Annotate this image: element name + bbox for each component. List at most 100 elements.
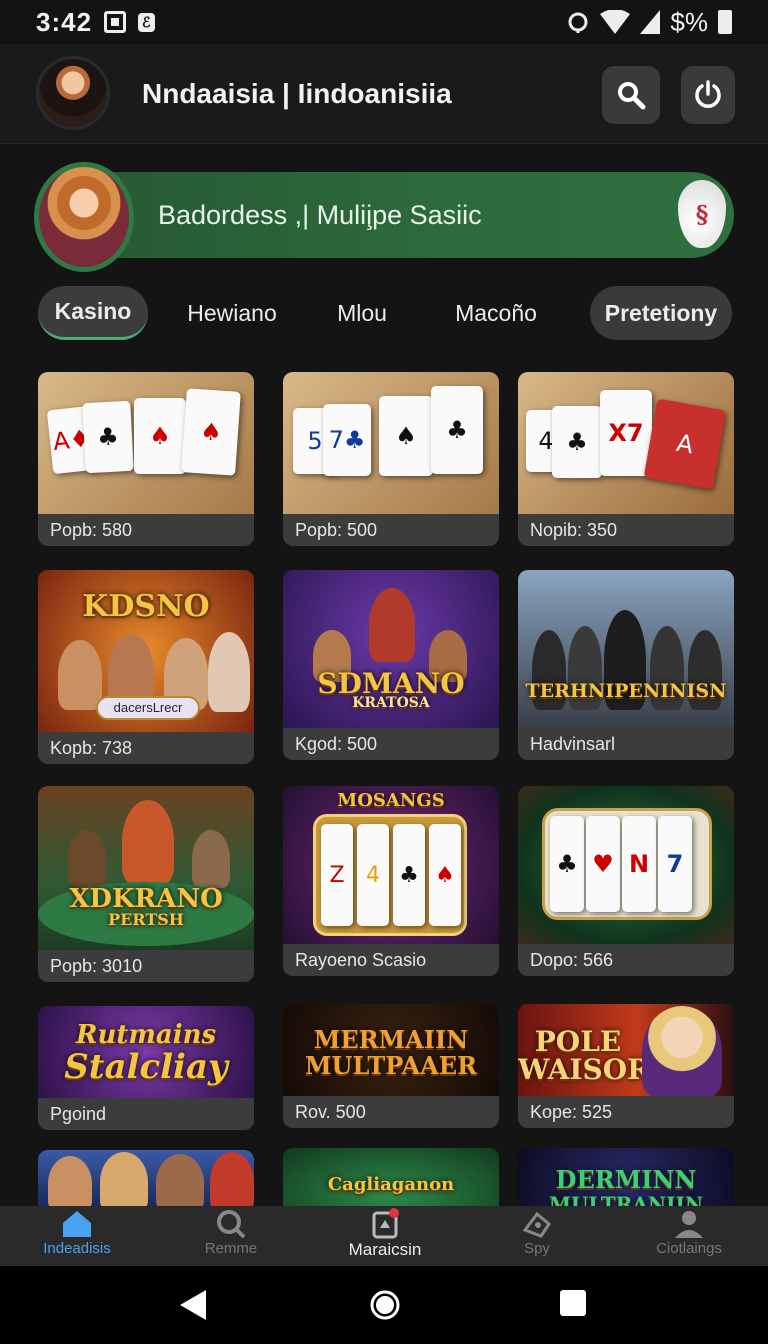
game-title: POLE — [534, 1025, 622, 1058]
game-title: Cagliaganon — [327, 1174, 455, 1195]
home-icon — [63, 1211, 91, 1237]
game-label: Popb: 500 — [283, 514, 499, 546]
nav-search[interactable]: Remme — [166, 1208, 296, 1264]
game-title: MOSANGS — [337, 790, 445, 811]
game-art: XDKRANO PERTSH — [38, 786, 254, 950]
profile-icon — [675, 1211, 703, 1238]
game-card[interactable]: 5 7♣ ♠ ♣ Popb: 500 — [283, 372, 499, 546]
game-label: Rov. 500 — [283, 1096, 499, 1128]
game-card[interactable]: ♣ ♥ N 7 Dopo: 566 — [518, 786, 734, 976]
game-card[interactable]: DERMINN MULTRANIIN — [518, 1148, 734, 1206]
nav-label: Ciotlaings — [656, 1240, 722, 1257]
nav-label: Maraicsin — [348, 1240, 422, 1259]
alarm-icon — [568, 12, 588, 33]
power-icon — [695, 80, 721, 108]
game-card[interactable] — [38, 1150, 254, 1206]
game-title: SDMANO — [317, 667, 465, 700]
game-card[interactable]: POLE WAISOR Kope: 525 — [518, 1004, 734, 1128]
game-card[interactable]: TERHNIPENINISN Hadvinsarl — [518, 570, 734, 760]
status-time: 3:42 — [36, 6, 93, 37]
game-label: Dopo: 566 — [518, 944, 734, 976]
banner-text: Badordess ,| Mulii̧pe Sasiic — [158, 200, 482, 230]
game-title-2: Stalcliay — [64, 1047, 228, 1087]
game-art: SDMANO KRATOSA — [283, 570, 499, 728]
recents-icon[interactable] — [558, 1288, 588, 1318]
home-circle-icon[interactable] — [368, 1288, 402, 1322]
game-title: DERMINN — [555, 1165, 697, 1194]
game-label: Nopib: 350 — [518, 514, 734, 546]
game-card[interactable]: KDSNO dacersLrecr Kopb: 738 — [38, 570, 254, 764]
game-title: TERHNIPENINISN — [525, 680, 727, 702]
tab-hewiano[interactable]: Hewiano — [170, 286, 294, 340]
game-title-2: MULTRANIIN — [548, 1192, 704, 1206]
cards-icon — [372, 1208, 399, 1239]
search-icon — [618, 82, 646, 110]
game-label: Hadvinsarl — [518, 728, 734, 760]
game-art: 4 ♣ X7 A — [518, 372, 734, 514]
game-art: 5 7♣ ♠ ♣ — [283, 372, 499, 514]
nav-spy[interactable]: Spy — [472, 1208, 602, 1264]
game-art: A♦ ♣ ♠ ♠ — [38, 372, 254, 514]
game-label: Kope: 525 — [518, 1096, 734, 1128]
screenshot-icon — [104, 11, 127, 33]
game-label: Rayoeno Scasio — [283, 944, 499, 976]
game-card[interactable]: XDKRANO PERTSH Popb: 3010 — [38, 786, 254, 982]
power-button[interactable] — [681, 66, 735, 124]
game-art: Cagliaganon — [283, 1148, 499, 1206]
search-icon — [217, 1210, 246, 1239]
game-card[interactable]: A♦ ♣ ♠ ♠ Popb: 580 — [38, 372, 254, 546]
game-card[interactable]: Rutmains Stalcliay Pgoind — [38, 1006, 254, 1130]
game-card[interactable]: Cagliaganon — [283, 1148, 499, 1206]
game-title: MERMAIIN — [313, 1025, 469, 1054]
game-label: Kgod: 500 — [283, 728, 499, 760]
nav-games[interactable]: Maraicsin — [320, 1208, 450, 1264]
game-card[interactable]: MOSANGS Z 4 ♣ ♠ Rayoeno Scasio — [283, 786, 499, 976]
signal-icon — [640, 10, 661, 34]
game-title: Rutmains — [75, 1020, 217, 1050]
banner-avatar — [34, 162, 134, 272]
status-bar: 3:42 ℰ $% — [0, 0, 768, 44]
tab-pretetiony[interactable]: Pretetiony — [590, 286, 732, 340]
spy-icon — [522, 1211, 551, 1238]
battery-icon — [718, 10, 732, 34]
game-card[interactable]: SDMANO KRATOSA Kgod: 500 — [283, 570, 499, 760]
game-title-2: MULTPAAER — [304, 1051, 478, 1080]
tab-mlou[interactable]: Mlou — [318, 286, 406, 340]
category-tabs: Kasino Hewiano Mlou Macoño Pretetiony — [0, 286, 768, 342]
game-art: KDSNO dacersLrecr — [38, 570, 254, 732]
battery-text: $% — [670, 6, 708, 37]
search-button[interactable] — [602, 66, 660, 124]
game-art: DERMINN MULTRANIIN — [518, 1148, 734, 1206]
game-art: MERMAIIN MULTPAAER — [283, 1004, 499, 1096]
game-subtitle: PERTSH — [108, 910, 184, 929]
game-label: Popb: 580 — [38, 514, 254, 546]
nav-label: Remme — [204, 1240, 258, 1257]
game-art: MOSANGS Z 4 ♣ ♠ — [283, 786, 499, 944]
nav-profile[interactable]: Ciotlaings — [624, 1208, 754, 1264]
game-card[interactable]: MERMAIIN MULTPAAER Rov. 500 — [283, 1004, 499, 1128]
game-art: ♣ ♥ N 7 — [518, 786, 734, 944]
back-icon[interactable] — [178, 1288, 208, 1322]
banner-logo-mark: § — [695, 199, 709, 229]
game-art: POLE WAISOR — [518, 1004, 734, 1096]
game-title: XDKRANO — [69, 884, 223, 914]
app-header: Nndaaisia | Iindoanisiia — [0, 44, 768, 144]
game-title: KDSNO — [82, 589, 210, 624]
game-badge: dacersLrecr — [96, 696, 200, 720]
tab-macono[interactable]: Macoño — [436, 286, 556, 340]
app-notification-icon: ℰ — [138, 12, 155, 32]
game-art: Rutmains Stalcliay — [38, 1006, 254, 1098]
game-label: Pgoind — [38, 1098, 254, 1130]
game-label: Popb: 3010 — [38, 950, 254, 982]
game-subtitle: KRATOSA — [352, 695, 430, 711]
user-avatar[interactable] — [36, 56, 110, 130]
game-title-2: WAISOR — [518, 1053, 651, 1086]
game-label: Kopb: 738 — [38, 732, 254, 764]
tab-kasino[interactable]: Kasino — [38, 286, 148, 340]
game-art: TERHNIPENINISN — [518, 570, 734, 728]
nav-home[interactable]: Indeadisis — [12, 1208, 142, 1264]
game-card[interactable]: 4 ♣ X7 A Nopib: 350 — [518, 372, 734, 546]
bottom-navigation: Indeadisis Remme Maraicsin Spy Ciotlaing… — [0, 1206, 768, 1266]
nav-label: Indeadisis — [43, 1240, 111, 1257]
page-title: Nndaaisia | Iindoanisiia — [142, 78, 452, 109]
